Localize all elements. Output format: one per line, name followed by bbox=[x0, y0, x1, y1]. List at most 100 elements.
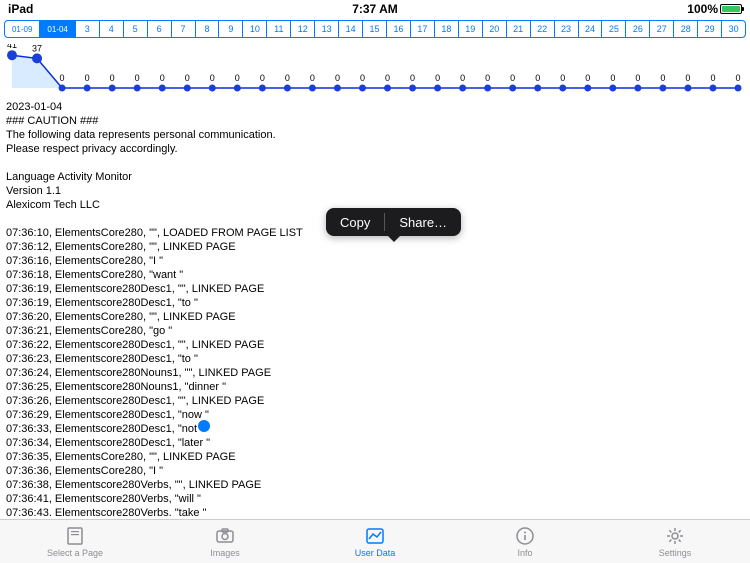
svg-text:0: 0 bbox=[60, 73, 65, 83]
log-line[interactable]: 07:36:24, Elementscore280Nouns1, "", LIN… bbox=[6, 366, 744, 380]
log-line[interactable]: 07:36:12, ElementsCore280, "", LINKED PA… bbox=[6, 240, 744, 254]
svg-text:0: 0 bbox=[435, 73, 440, 83]
log-line[interactable]: 07:36:26, Elementscore280Desc1, "", LINK… bbox=[6, 394, 744, 408]
svg-text:0: 0 bbox=[610, 73, 615, 83]
gear-icon bbox=[664, 525, 686, 547]
log-date: 2023-01-04 bbox=[6, 100, 744, 114]
log-line[interactable]: 07:36:23, Elementscore280Desc1, "to " bbox=[6, 352, 744, 366]
date-tab-18[interactable]: 18 bbox=[435, 21, 459, 37]
svg-text:0: 0 bbox=[560, 73, 565, 83]
log-privacy-1: The following data represents personal c… bbox=[6, 128, 744, 142]
log-line[interactable]: 07:36:20, ElementsCore280, "", LINKED PA… bbox=[6, 310, 744, 324]
clock: 7:37 AM bbox=[352, 2, 398, 16]
log-line[interactable]: 07:36:34, Elementscore280Desc1, "later " bbox=[6, 436, 744, 450]
page-icon bbox=[64, 525, 86, 547]
log-line[interactable]: 07:36:18, ElementsCore280, "want " bbox=[6, 268, 744, 282]
info-icon bbox=[514, 525, 536, 547]
date-tab-22[interactable]: 22 bbox=[531, 21, 555, 37]
log-caution: ### CAUTION ### bbox=[6, 114, 744, 128]
date-tab-23[interactable]: 23 bbox=[555, 21, 579, 37]
chart-icon bbox=[364, 525, 386, 547]
date-tab-26[interactable]: 26 bbox=[626, 21, 650, 37]
tab-select-page[interactable]: Select a Page bbox=[0, 520, 150, 563]
date-tab-19[interactable]: 19 bbox=[459, 21, 483, 37]
tab-user-data[interactable]: User Data bbox=[300, 520, 450, 563]
date-tab-4[interactable]: 4 bbox=[100, 21, 124, 37]
log-line[interactable]: 07:36:21, ElementsCore280, "go " bbox=[6, 324, 744, 338]
copy-button[interactable]: Copy bbox=[326, 215, 384, 230]
date-tab-15[interactable]: 15 bbox=[363, 21, 387, 37]
date-tab-3[interactable]: 3 bbox=[76, 21, 100, 37]
svg-text:0: 0 bbox=[360, 73, 365, 83]
date-tab-20[interactable]: 20 bbox=[483, 21, 507, 37]
date-tab-14[interactable]: 14 bbox=[339, 21, 363, 37]
tab-info[interactable]: Info bbox=[450, 520, 600, 563]
date-tab-21[interactable]: 21 bbox=[507, 21, 531, 37]
svg-text:0: 0 bbox=[735, 73, 740, 83]
date-tab-01-04[interactable]: 01-04 bbox=[40, 21, 75, 37]
log-line[interactable]: 07:36:29, Elementscore280Desc1, "now " bbox=[6, 408, 744, 422]
log-line[interactable]: 07:36:43, Elementscore280Verbs, "take " bbox=[6, 506, 744, 516]
date-tab-27[interactable]: 27 bbox=[650, 21, 674, 37]
log-line[interactable]: 07:36:36, ElementsCore280, "I " bbox=[6, 464, 744, 478]
date-tab-13[interactable]: 13 bbox=[315, 21, 339, 37]
date-tab-8[interactable]: 8 bbox=[196, 21, 220, 37]
battery-indicator: 100% bbox=[687, 2, 742, 16]
date-tab-6[interactable]: 6 bbox=[148, 21, 172, 37]
date-tabs[interactable]: 01-0901-04345678910111213141516171819202… bbox=[4, 20, 746, 38]
svg-text:0: 0 bbox=[385, 73, 390, 83]
svg-text:0: 0 bbox=[585, 73, 590, 83]
selection-handle[interactable] bbox=[198, 420, 210, 432]
tab-bar: Select a Page Images User Data Info Sett… bbox=[0, 519, 750, 563]
log-line[interactable]: 07:36:33, Elementscore280Desc1, "not " bbox=[6, 422, 744, 436]
date-tab-17[interactable]: 17 bbox=[411, 21, 435, 37]
log-area[interactable]: 2023-01-04 ### CAUTION ### The following… bbox=[0, 96, 750, 516]
svg-text:0: 0 bbox=[260, 73, 265, 83]
svg-text:0: 0 bbox=[685, 73, 690, 83]
log-line[interactable]: 07:36:16, ElementsCore280, "I " bbox=[6, 254, 744, 268]
date-tab-28[interactable]: 28 bbox=[674, 21, 698, 37]
svg-text:0: 0 bbox=[460, 73, 465, 83]
date-tab-11[interactable]: 11 bbox=[267, 21, 291, 37]
log-line[interactable]: 07:36:19, Elementscore280Desc1, "", LINK… bbox=[6, 282, 744, 296]
svg-text:0: 0 bbox=[335, 73, 340, 83]
log-line[interactable]: 07:36:41, Elementscore280Verbs, "will " bbox=[6, 492, 744, 506]
date-tab-16[interactable]: 16 bbox=[387, 21, 411, 37]
svg-text:0: 0 bbox=[485, 73, 490, 83]
context-menu: Copy Share… bbox=[326, 208, 461, 236]
date-tab-29[interactable]: 29 bbox=[698, 21, 722, 37]
date-tab-01-09[interactable]: 01-09 bbox=[5, 21, 40, 37]
log-line[interactable]: 07:36:19, Elementscore280Desc1, "to " bbox=[6, 296, 744, 310]
log-line[interactable]: 07:36:25, Elementscore280Nouns1, "dinner… bbox=[6, 380, 744, 394]
share-button[interactable]: Share… bbox=[385, 215, 461, 230]
app-version: Version 1.1 bbox=[6, 184, 744, 198]
svg-text:0: 0 bbox=[185, 73, 190, 83]
svg-text:0: 0 bbox=[160, 73, 165, 83]
svg-text:0: 0 bbox=[635, 73, 640, 83]
date-tab-7[interactable]: 7 bbox=[172, 21, 196, 37]
device-label: iPad bbox=[8, 2, 33, 16]
svg-text:0: 0 bbox=[510, 73, 515, 83]
date-tab-30[interactable]: 30 bbox=[722, 21, 745, 37]
date-tab-10[interactable]: 10 bbox=[243, 21, 267, 37]
log-line[interactable]: 07:36:35, ElementsCore280, "", LINKED PA… bbox=[6, 450, 744, 464]
date-tab-5[interactable]: 5 bbox=[124, 21, 148, 37]
tab-settings[interactable]: Settings bbox=[600, 520, 750, 563]
date-tab-25[interactable]: 25 bbox=[602, 21, 626, 37]
svg-text:0: 0 bbox=[110, 73, 115, 83]
svg-text:0: 0 bbox=[210, 73, 215, 83]
date-tab-9[interactable]: 9 bbox=[219, 21, 243, 37]
activity-chart: 41370000000000000000000000000000 bbox=[6, 44, 744, 96]
log-line[interactable]: 07:36:38, Elementscore280Verbs, "", LINK… bbox=[6, 478, 744, 492]
date-tab-12[interactable]: 12 bbox=[291, 21, 315, 37]
tab-images[interactable]: Images bbox=[150, 520, 300, 563]
svg-text:0: 0 bbox=[235, 73, 240, 83]
date-tab-24[interactable]: 24 bbox=[579, 21, 603, 37]
svg-text:0: 0 bbox=[135, 73, 140, 83]
status-bar: iPad 7:37 AM 100% bbox=[0, 0, 750, 18]
battery-icon bbox=[720, 4, 742, 14]
svg-text:0: 0 bbox=[660, 73, 665, 83]
svg-text:0: 0 bbox=[310, 73, 315, 83]
svg-text:41: 41 bbox=[7, 44, 17, 50]
log-line[interactable]: 07:36:22, Elementscore280Desc1, "", LINK… bbox=[6, 338, 744, 352]
